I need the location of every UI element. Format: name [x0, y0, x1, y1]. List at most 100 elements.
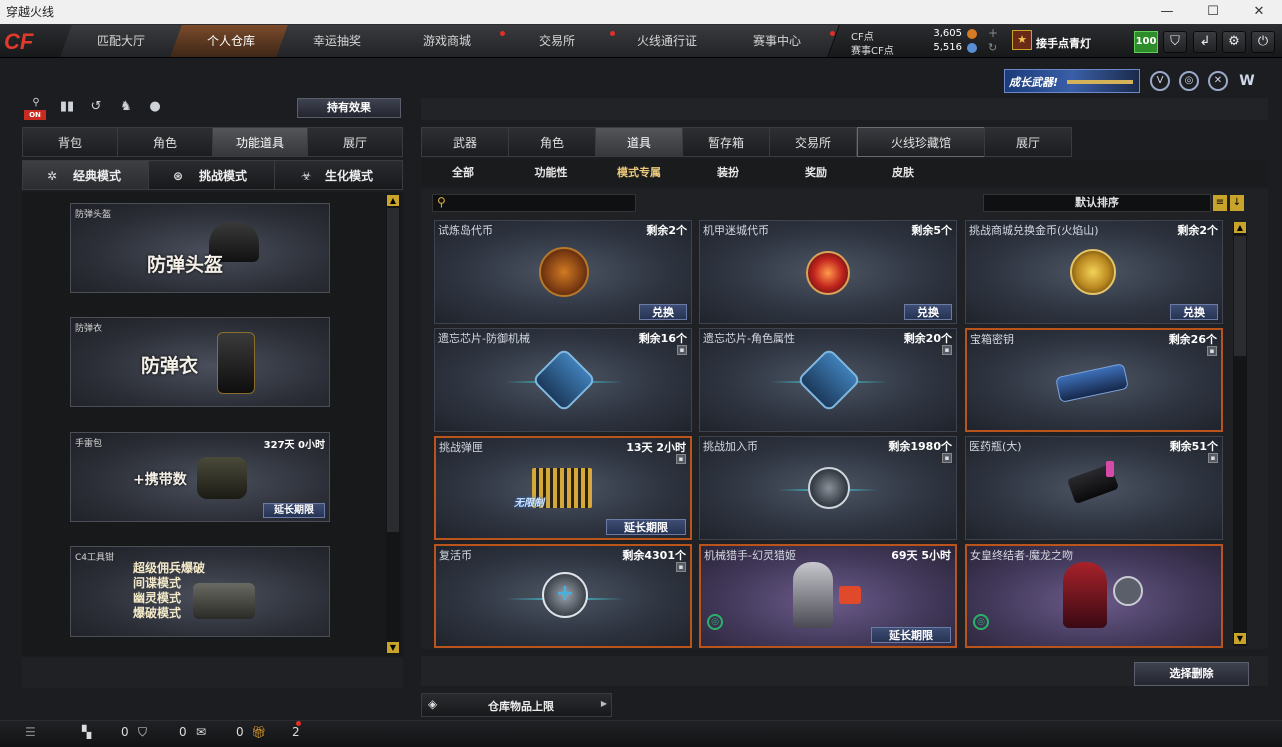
- subtab-skins[interactable]: 皮肤: [873, 160, 933, 186]
- tab-showroom[interactable]: 展厅: [307, 127, 403, 157]
- mode-tab-zombie[interactable]: ☣ 生化模式: [274, 160, 403, 190]
- subtab-all[interactable]: 全部: [433, 160, 493, 186]
- emblem-crossed-icon[interactable]: ✕: [1208, 71, 1228, 91]
- item-card-helmet[interactable]: 防弹头盔 防弹头盔: [70, 203, 330, 293]
- tab-backpack[interactable]: 背包: [22, 127, 118, 157]
- emblem-globe-icon[interactable]: ◎: [1179, 71, 1199, 91]
- exchange-button[interactable]: 兑换: [1170, 304, 1218, 320]
- subtab-rewards[interactable]: 奖励: [786, 160, 846, 186]
- close-window-button[interactable]: ✕: [1236, 0, 1282, 24]
- extend-button[interactable]: 延长期限: [263, 503, 325, 518]
- gift-alert-dot: [296, 721, 301, 726]
- subtab-mode-exclusive[interactable]: 模式专属: [606, 160, 672, 186]
- nav-tab-exchange[interactable]: 交易所: [496, 25, 620, 57]
- gift-icon[interactable]: 🎁︎: [251, 725, 266, 739]
- chat-count: 0: [236, 725, 244, 739]
- item-card-queen-terminator[interactable]: 女皇终结者-魔龙之吻 ◎: [965, 544, 1223, 648]
- grenade-icon[interactable]: ●: [145, 99, 165, 117]
- cf-logo[interactable]: CF: [4, 27, 56, 57]
- extend-button[interactable]: 延长期限: [606, 519, 686, 535]
- item-card-mecha-token[interactable]: 机甲迷城代币 剩余5个 兑换: [699, 220, 957, 324]
- scroll-down-icon[interactable]: ▼: [387, 642, 399, 653]
- subtab-outfit[interactable]: 装扮: [698, 160, 758, 186]
- item-card-vest[interactable]: 防弹衣 防弹衣: [70, 317, 330, 407]
- minimize-button[interactable]: —: [1144, 0, 1190, 24]
- rtab-characters[interactable]: 角色: [508, 127, 596, 157]
- nav-tab-battle-pass[interactable]: 火线通行证: [606, 25, 730, 57]
- rtab-collection[interactable]: 火线珍藏馆: [857, 127, 985, 157]
- item-card-chest-key[interactable]: 宝箱密钥 剩余26个 ▪: [965, 328, 1223, 432]
- nav-tab-tournament[interactable]: 赛事中心: [716, 25, 840, 57]
- scroll-up-icon[interactable]: ▲: [387, 195, 399, 206]
- emblem-w-icon[interactable]: W: [1237, 71, 1257, 91]
- grenade-art: [197, 457, 247, 499]
- friends-count: 0: [121, 725, 129, 739]
- gear-icon[interactable]: ⚙: [1222, 31, 1246, 53]
- tab-function-items[interactable]: 功能道具: [212, 127, 308, 157]
- growth-weapon-banner[interactable]: 成长武器!: [1004, 69, 1140, 93]
- maximize-button[interactable]: ☐: [1190, 0, 1236, 24]
- back-icon[interactable]: ↲: [1193, 31, 1217, 53]
- storage-limit-bar[interactable]: ◈ 仓库物品上限 ▶: [421, 693, 612, 717]
- item-card-chip-attribute[interactable]: 遗忘芯片-角色属性 剩余20个 ▪: [699, 328, 957, 432]
- exchange-button[interactable]: 兑换: [904, 304, 952, 320]
- rtab-weapons[interactable]: 武器: [421, 127, 509, 157]
- user-name[interactable]: 接手点青灯: [1036, 35, 1091, 51]
- emblem-v-icon[interactable]: V: [1150, 71, 1170, 91]
- mode-tab-classic[interactable]: ✲ 经典模式: [22, 160, 149, 190]
- sort-direction-icon[interactable]: ↓: [1230, 195, 1244, 211]
- item-card-mech-hunter[interactable]: 机械猎手-幻灵猎姬 69天 5小时 ◎ 延长期限: [699, 544, 957, 648]
- rtab-showroom[interactable]: 展厅: [984, 127, 1072, 157]
- nav-tab-game-mall[interactable]: 游戏商城: [386, 25, 510, 57]
- nav-tab-lucky-draw[interactable]: 幸运抽奖: [276, 25, 400, 57]
- clan-shield-icon[interactable]: ⛉: [138, 725, 147, 740]
- rtab-items[interactable]: 道具: [595, 127, 683, 157]
- shield-icon[interactable]: ⛉: [1163, 31, 1187, 53]
- stats-icon[interactable]: ▮▮: [57, 99, 77, 117]
- subtab-functional[interactable]: 功能性: [520, 160, 582, 186]
- search-box[interactable]: ⚲: [432, 194, 636, 212]
- add-points-icon[interactable]: +: [988, 26, 998, 40]
- mode-tab-challenge[interactable]: ⊛ 挑战模式: [148, 160, 275, 190]
- friends-icon[interactable]: ▚: [82, 725, 91, 739]
- select-delete-button[interactable]: 选择删除: [1134, 662, 1249, 686]
- nav-tab-personal-storage[interactable]: 个人仓库: [170, 25, 294, 57]
- game-window: { "window": {"title": "穿越火线", "min": "—"…: [0, 0, 1282, 747]
- expand-arrow-icon: ▶: [600, 699, 607, 708]
- item-card-medkit[interactable]: 医药瓶(大) 剩余51个 ▪: [965, 436, 1223, 540]
- held-effect-button[interactable]: 持有效果: [297, 98, 401, 118]
- nav-alert-dot: [610, 31, 615, 36]
- item-card-challenge-mag[interactable]: 挑战弹匣 13天 2小时 ▪ 无限制 延长期限: [434, 436, 692, 540]
- sort-dropdown[interactable]: 默认排序: [983, 194, 1211, 212]
- item-card-challenge-gold[interactable]: 挑战商城兑换金币(火焰山) 剩余2个 兑换: [965, 220, 1223, 324]
- level-badge[interactable]: 100: [1134, 31, 1158, 53]
- nav-tab-match-lobby[interactable]: 匹配大厅: [60, 25, 184, 57]
- character-badge-icon: ◎: [707, 614, 723, 630]
- tab-character[interactable]: 角色: [117, 127, 213, 157]
- rtab-exchange[interactable]: 交易所: [769, 127, 857, 157]
- rank-badge-icon[interactable]: ★: [1012, 30, 1032, 50]
- on-badge[interactable]: ON: [24, 110, 46, 120]
- character-icon[interactable]: ♞: [116, 99, 136, 117]
- power-icon[interactable]: ⏻: [1251, 31, 1275, 53]
- right-scroll-thumb[interactable]: [1234, 236, 1246, 356]
- left-scroll-thumb[interactable]: [387, 208, 399, 532]
- extend-button[interactable]: 延长期限: [871, 627, 951, 643]
- layers-icon: ◈: [428, 697, 438, 711]
- item-card-challenge-coin[interactable]: 挑战加入币 剩余1980个 ▪: [699, 436, 957, 540]
- item-card-revive-coin[interactable]: 复活币 剩余4301个 ▪ +: [434, 544, 692, 648]
- scroll-down-icon[interactable]: ▼: [1234, 633, 1246, 644]
- item-card-chip-defense[interactable]: 遗忘芯片-防御机械 剩余16个 ▪: [434, 328, 692, 432]
- item-card-grenade-pack[interactable]: 手雷包 327天 0小时 +携带数 延长期限: [70, 432, 330, 522]
- history-icon[interactable]: ↺: [86, 99, 106, 117]
- scroll-up-icon[interactable]: ▲: [1234, 222, 1246, 233]
- chat-bubble-icon[interactable]: ✉: [196, 725, 206, 739]
- refresh-icon[interactable]: ↻: [988, 41, 997, 54]
- item-card-trial-token[interactable]: 试炼岛代币 剩余2个 兑换: [434, 220, 692, 324]
- exchange-button[interactable]: 兑换: [639, 304, 687, 320]
- menu-list-icon[interactable]: ☰: [25, 725, 36, 739]
- item-card-c4-pliers[interactable]: C4工具钳 超级佣兵爆破 间谍模式 幽灵模式 爆破模式: [70, 546, 330, 637]
- cf-points-label: CF点: [851, 32, 874, 43]
- rtab-temp-box[interactable]: 暂存箱: [682, 127, 770, 157]
- list-view-icon[interactable]: ≡: [1213, 195, 1227, 211]
